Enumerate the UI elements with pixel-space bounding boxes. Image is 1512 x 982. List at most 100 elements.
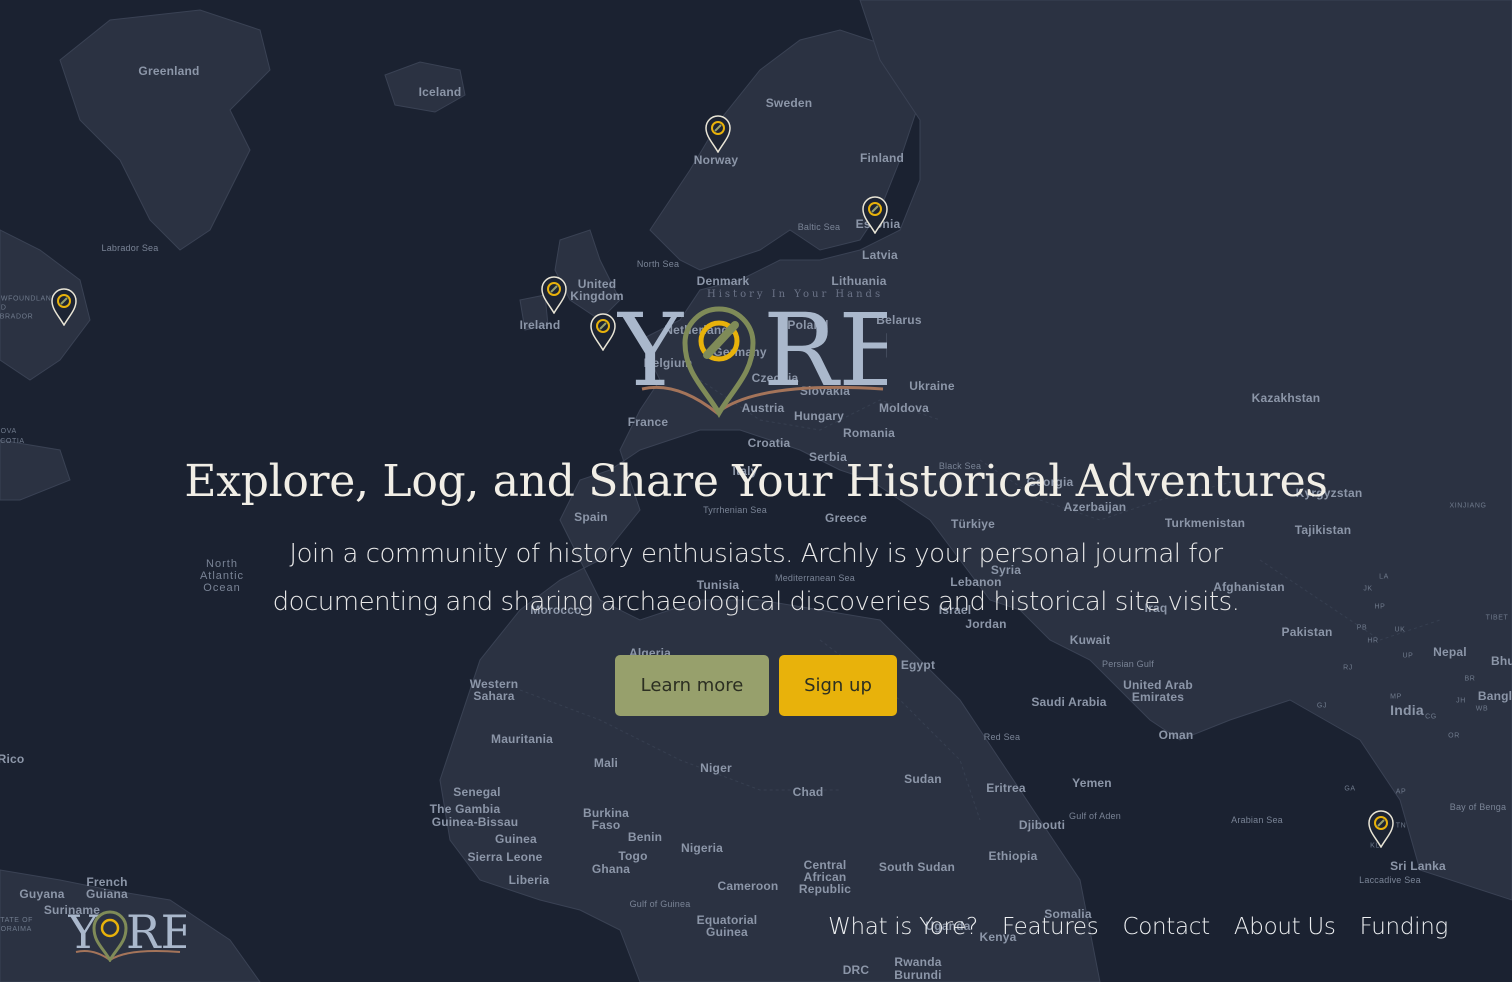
map-label-romania: Romania [842,426,896,440]
nav-link-features[interactable]: Features [1002,914,1099,940]
footer-logo-compass-icon [100,918,120,938]
map-label-red-sea: Red Sea [983,732,1021,742]
map-label-chad: Chad [792,785,824,799]
map-label-ireland: Ireland [519,318,561,332]
map-label-senegal: Senegal [453,785,501,799]
map-label-pakistan: Pakistan [1281,625,1333,639]
map-label-baltic-sea: Baltic Sea [797,222,841,232]
map-label-labrador-sea: Labrador Sea [101,243,159,253]
learn-more-button[interactable]: Learn more [615,655,769,716]
map-label-turkiye: Türkiye [950,517,996,531]
map-label-state-up: UP [1402,652,1414,660]
map-label-state-ap: AP [1395,788,1407,796]
map-label-gulf-of-guinea: Gulf of Guinea [629,899,691,909]
map-label-djibouti: Djibouti [1018,818,1066,832]
map-label-niger: Niger [700,761,732,775]
map-label-tajikistan: Tajikistan [1294,523,1352,537]
map-label-rico: Rico [0,752,25,766]
map-label-state-jk: JK [1363,585,1373,593]
map-label-state-mp: MP [1390,693,1402,701]
map-label-south-sudan: South Sudan [878,860,956,874]
yore-logo: Y RE [617,292,887,418]
sign-up-button[interactable]: Sign up [779,655,897,716]
map-label-norway: Norway [693,153,739,167]
nav-link-about-us[interactable]: About Us [1234,914,1336,940]
map-label-ethiopia: Ethiopia [988,849,1038,863]
map-label-spain: Spain [574,510,608,524]
map-pin-icon[interactable] [862,196,888,234]
nav-link-funding[interactable]: Funding [1360,914,1449,940]
map-label-saudi-arabia: Saudi Arabia [1031,695,1107,709]
map-label-togo: Togo [618,849,648,863]
map-label-rwanda: Rwanda [894,955,942,969]
map-label-drc: DRC [842,963,870,977]
map-label-ghana: Ghana [591,862,631,876]
map-pin-icon[interactable] [541,276,567,314]
map-label-sudan: Sudan [904,772,942,786]
map-pin-icon[interactable] [51,288,77,326]
map-label-laccadive-sea: Laccadive Sea [1359,875,1421,885]
map-label-guinea-bissau: Guinea-Bissau [431,815,519,829]
map-label-croatia: Croatia [747,436,791,450]
map-label-state-gj: GJ [1316,702,1328,710]
map-label-yemen: Yemen [1072,776,1112,790]
map-label-gulf-of-aden: Gulf of Aden [1069,811,1121,821]
map-label-india: India [1390,702,1424,718]
map-label-arabian-sea: Arabian Sea [1231,815,1283,825]
map-label-greece: Greece [825,511,867,525]
map-label-the-gambia: The Gambia [429,802,501,816]
map-label-central-african-republic: Central African Republic [798,858,852,896]
nav-link-what-is-yore[interactable]: What is Yore? [828,914,978,940]
map-label-burkina-faso: Burkina Faso [582,806,630,832]
map-label-benin: Benin [627,830,663,844]
map-label-state-jh: JH [1456,697,1466,705]
map-label-uae: United Arab Emirates [1123,678,1193,704]
map-label-state-pb: PB [1356,624,1368,632]
map-label-kuwait: Kuwait [1069,633,1111,647]
map-label-oman: Oman [1158,728,1194,742]
map-label-sri-lanka: Sri Lanka [1390,859,1446,873]
map-label-sweden: Sweden [765,96,813,110]
map-label-state-uk: UK [1394,626,1406,634]
map-label-bhutan: Bhu [1491,654,1512,668]
map-label-guinea: Guinea [495,832,537,846]
nav-link-contact[interactable]: Contact [1122,914,1210,940]
map-label-state-of-roraima: STATE OF RORAIMA [0,917,33,933]
map-label-burundi: Burundi [894,968,942,982]
map-label-kazakhstan: Kazakhstan [1251,391,1321,405]
map-pin-icon[interactable] [1368,810,1394,848]
map-label-state-rj: RJ [1343,664,1353,672]
map-label-state-ga: GA [1344,785,1356,793]
map-label-state-tn: TN [1395,822,1407,830]
map-label-newfoundland: NEWFOUNDLAND AND LABRADOR [0,295,58,321]
map-label-mauritania: Mauritania [490,732,554,746]
map-label-state-cg: CG [1425,713,1437,721]
map-label-cameroon: Cameroon [717,879,779,893]
map-label-french-guiana: French Guiana [86,875,128,901]
hero-subheading: Join a community of history enthusiasts.… [272,539,1240,617]
footer-yore-logo[interactable]: Y RE [68,900,186,962]
map-label-north-sea: North Sea [636,259,680,269]
map-pin-icon[interactable] [590,313,616,351]
map-label-bangladesh: Bangl [1477,689,1512,703]
map-label-state-hr: HR [1367,637,1379,645]
map-label-equatorial-guinea: Equatorial Guinea [696,913,758,939]
map-label-state-wb: WB [1475,705,1489,713]
map-label-turkmenistan: Turkmenistan [1164,516,1246,530]
map-label-mali: Mali [593,756,619,770]
map-label-tibet: TIBET [1485,614,1509,622]
map-pin-icon[interactable] [705,115,731,153]
map-label-eritrea: Eritrea [986,781,1026,795]
map-label-state-or: OR [1448,732,1460,740]
map-label-iceland: Iceland [418,85,462,99]
map-label-persian-gulf: Persian Gulf [1102,659,1154,669]
map-label-western-sahara: Western Sahara [469,677,519,703]
map-label-greenland: Greenland [138,64,200,78]
map-label-latvia: Latvia [862,248,898,262]
logo-letter-y: Y [617,292,684,409]
map-label-state-hp: HP [1374,603,1386,611]
map-label-guyana: Guyana [19,887,65,901]
hero-headline: Explore, Log, and Share Your Historical … [184,456,1328,507]
map-label-liberia: Liberia [508,873,550,887]
logo-tagline: History In Your Hands [707,289,884,300]
